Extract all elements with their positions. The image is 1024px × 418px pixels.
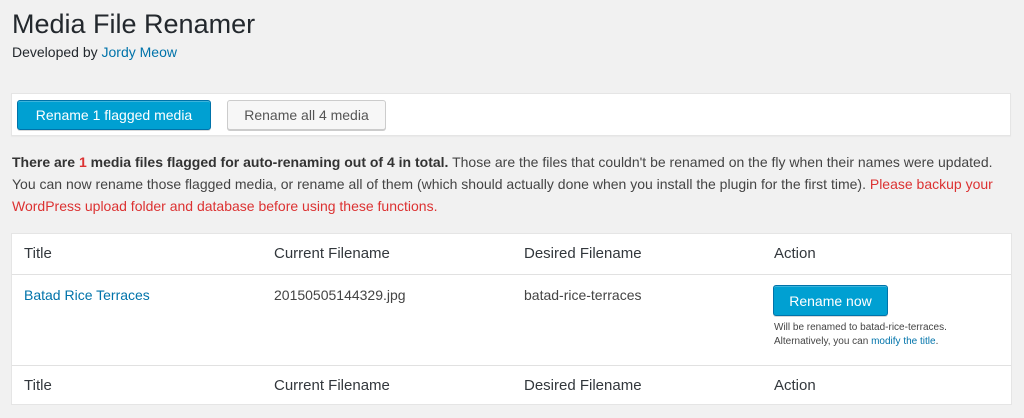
media-table: Title Current Filename Desired Filename …: [11, 233, 1012, 405]
flagged-count: 1: [78, 154, 87, 170]
rename-note-line1: Will be renamed to batad-rice-terraces.: [774, 322, 947, 333]
flagged-notice: There are 1 media files flagged for auto…: [12, 151, 1002, 217]
desired-filename: batad-rice-terraces: [524, 287, 642, 303]
rename-note: Will be renamed to batad-rice-terraces. …: [774, 321, 947, 349]
column-header-title: Title: [24, 245, 52, 262]
media-title-link[interactable]: Batad Rice Terraces: [24, 287, 150, 303]
column-footer-current-filename: Current Filename: [274, 377, 390, 394]
rename-all-button[interactable]: Rename all 4 media: [227, 100, 386, 130]
notice-summary-suffix: media files flagged for auto-renaming ou…: [86, 154, 449, 170]
modify-title-link[interactable]: modify the title: [871, 336, 935, 347]
table-row: Batad Rice Terraces 20150505144329.jpg b…: [12, 275, 1011, 365]
column-header-action: Action: [774, 245, 816, 262]
column-footer-action: Action: [774, 377, 816, 394]
current-filename: 20150505144329.jpg: [274, 287, 406, 303]
rename-note-suffix: .: [935, 336, 939, 347]
column-header-desired-filename: Desired Filename: [524, 245, 642, 262]
rename-note-line2: Alternatively, you can modify the title.: [774, 335, 947, 349]
table-footer-row: Title Current Filename Desired Filename …: [12, 365, 1011, 406]
notice-summary-prefix: There are: [12, 154, 79, 170]
rename-flagged-button[interactable]: Rename 1 flagged media: [17, 100, 211, 130]
notice-summary: There are 1 media files flagged for auto…: [12, 154, 448, 170]
table-header-row: Title Current Filename Desired Filename …: [12, 234, 1011, 275]
bulk-actions-toolbar: Rename 1 flagged media Rename all 4 medi…: [11, 93, 1011, 136]
column-footer-title: Title: [24, 377, 52, 394]
page-title: Media File Renamer: [12, 9, 256, 39]
rename-note-prefix: Alternatively, you can: [774, 336, 872, 347]
rename-now-button[interactable]: Rename now: [773, 285, 888, 316]
column-header-current-filename: Current Filename: [274, 245, 390, 262]
column-footer-desired-filename: Desired Filename: [524, 377, 642, 394]
author-link[interactable]: Jordy Meow: [102, 44, 177, 60]
developer-credit: Developed by Jordy Meow: [12, 43, 177, 61]
developed-by-label: Developed by: [12, 44, 98, 60]
